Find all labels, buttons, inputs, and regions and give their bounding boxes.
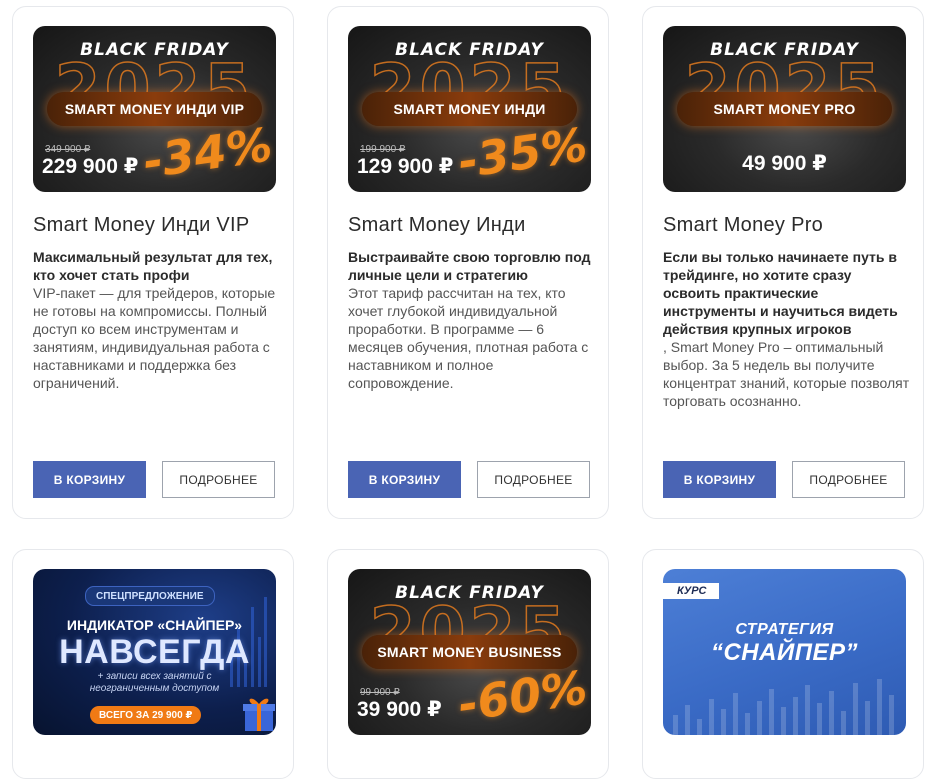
product-description: Если вы только начинаете путь в трейдинг… — [663, 248, 911, 410]
course-tag: КУРС — [663, 583, 719, 599]
banner-product-pill: SMART MONEY ИНДИ — [362, 92, 577, 126]
product-card-pro: 2025 BLACK FRIDAY SMART MONEY PRO 49 900… — [642, 6, 924, 519]
banner-product-pill: SMART MONEY BUSINESS — [362, 635, 577, 669]
discount-badge: -60% — [454, 660, 591, 732]
description-body: Этот тариф рассчитан на тех, кто хочет г… — [348, 285, 589, 391]
product-card-vip: 2025 BLACK FRIDAY SMART MONEY ИНДИ VIP 3… — [12, 6, 294, 519]
details-button[interactable]: ПОДРОБНЕЕ — [792, 461, 905, 498]
banner-product-pill: SMART MONEY ИНДИ VIP — [47, 92, 262, 126]
product-card-indi: 2025 BLACK FRIDAY SMART MONEY ИНДИ 199 9… — [327, 6, 609, 519]
new-price: 229 900 ₽ — [42, 155, 139, 178]
description-body: VIP-пакет — для трейдеров, которые не го… — [33, 285, 276, 391]
banner-headline: “СНАЙПЕР” — [710, 639, 859, 666]
product-title[interactable]: Smart Money Инди VIP — [33, 214, 250, 237]
banner-note: + записи всех занятий с неограниченным д… — [89, 671, 220, 694]
price-badge: ВСЕГО ЗА 29 900 ₽ — [90, 706, 202, 724]
new-price: 39 900 ₽ — [357, 698, 442, 721]
new-price: 129 900 ₽ — [357, 155, 454, 178]
product-title[interactable]: Smart Money Pro — [663, 214, 823, 237]
product-card-indicator: СПЕЦПРЕДЛОЖЕНИЕ ИНДИКАТОР «СНАЙПЕР» НАВС… — [12, 549, 294, 779]
product-card-business: 2025 BLACK FRIDAY SMART MONEY BUSINESS 9… — [327, 549, 609, 779]
product-banner[interactable]: СПЕЦПРЕДЛОЖЕНИЕ ИНДИКАТОР «СНАЙПЕР» НАВС… — [33, 569, 276, 735]
product-title[interactable]: Smart Money Инди — [348, 214, 526, 237]
banner-line: ИНДИКАТОР «СНАЙПЕР» — [66, 617, 243, 633]
product-banner[interactable]: 2025 BLACK FRIDAY SMART MONEY ИНДИ VIP 3… — [33, 26, 276, 192]
banner-heading: BLACK FRIDAY — [80, 40, 229, 60]
product-description: Выстраивайте свою торговлю под личные це… — [348, 248, 596, 392]
description-lead: Если вы только начинаете путь в трейдинг… — [663, 249, 898, 337]
description-lead: Выстраивайте свою торговлю под личные це… — [348, 249, 591, 283]
product-card-course: КУРС СТРАТЕГИЯ “СНАЙПЕР” — [642, 549, 924, 779]
product-banner[interactable]: КУРС СТРАТЕГИЯ “СНАЙПЕР” — [663, 569, 906, 735]
banner-product-pill: SMART MONEY PRO — [677, 92, 892, 126]
banner-headline: НАВСЕГДА — [59, 633, 250, 671]
product-banner[interactable]: 2025 BLACK FRIDAY SMART MONEY ИНДИ 199 9… — [348, 26, 591, 192]
banner-line: СТРАТЕГИЯ — [735, 621, 834, 638]
add-to-cart-button[interactable]: В КОРЗИНУ — [33, 461, 146, 498]
product-banner[interactable]: 2025 BLACK FRIDAY SMART MONEY PRO 49 900… — [663, 26, 906, 192]
discount-badge: -34% — [139, 117, 276, 189]
add-to-cart-button[interactable]: В КОРЗИНУ — [348, 461, 461, 498]
banner-heading: BLACK FRIDAY — [395, 583, 544, 603]
banner-heading: BLACK FRIDAY — [395, 40, 544, 60]
banner-heading: BLACK FRIDAY — [710, 40, 859, 60]
new-price: 49 900 ₽ — [742, 152, 827, 175]
product-description: Максимальный результат для тех, кто хоче… — [33, 248, 281, 392]
add-to-cart-button[interactable]: В КОРЗИНУ — [663, 461, 776, 498]
discount-badge: -35% — [454, 117, 591, 189]
description-body: , Smart Money Pro – оптимальный выбор. З… — [663, 339, 910, 409]
special-offer-tag: СПЕЦПРЕДЛОЖЕНИЕ — [85, 586, 215, 606]
details-button[interactable]: ПОДРОБНЕЕ — [162, 461, 275, 498]
description-lead: Максимальный результат для тех, кто хоче… — [33, 249, 273, 283]
product-banner[interactable]: 2025 BLACK FRIDAY SMART MONEY BUSINESS 9… — [348, 569, 591, 735]
chart-decoration-icon — [673, 679, 894, 735]
gift-icon — [243, 698, 275, 731]
details-button[interactable]: ПОДРОБНЕЕ — [477, 461, 590, 498]
